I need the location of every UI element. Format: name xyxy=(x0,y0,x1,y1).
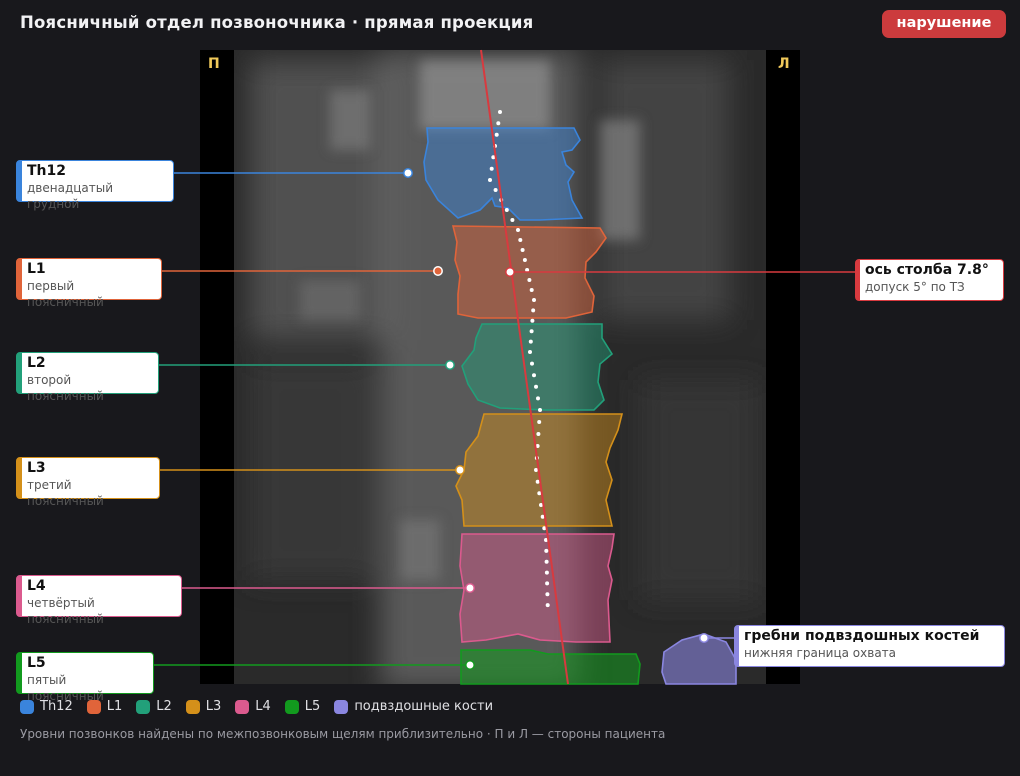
callout-l4-title: L4 xyxy=(27,578,46,594)
center-path-dot xyxy=(518,238,523,242)
center-path-dot xyxy=(529,288,534,292)
center-path-dot xyxy=(522,258,527,262)
callout-iliac-crests[interactable]: гребни подвздошных костей нижняя граница… xyxy=(734,625,1005,667)
anchor-l3 xyxy=(455,465,465,475)
callout-l4[interactable]: L4 четвёртый поясничный xyxy=(16,575,182,626)
center-path-dot xyxy=(534,384,538,389)
legend-swatch-l4 xyxy=(235,699,250,714)
callout-l2[interactable]: L2 второй поясничный xyxy=(16,352,159,403)
legend-item-iliac[interactable]: подвздошные кости xyxy=(334,699,493,714)
legend-swatch-th12 xyxy=(20,699,34,714)
center-path-dot xyxy=(516,228,520,232)
center-path-dot xyxy=(520,248,525,252)
anchor-axis xyxy=(505,267,515,277)
legend: Th12 L1 L2 L3 L4 L5 подвздошные кости xyxy=(20,699,493,714)
callout-l4-desc: четвёртый поясничный xyxy=(27,596,104,626)
callout-l3[interactable]: L3 третий поясничный xyxy=(16,457,160,508)
legend-swatch-l5 xyxy=(284,699,299,714)
anchor-iliac xyxy=(699,633,709,643)
legend-label-iliac: подвздошные кости xyxy=(354,699,494,714)
center-path-dot xyxy=(510,218,515,222)
iliac-subtitle: нижняя граница охвата xyxy=(744,646,897,660)
iliac-title: гребни подвздошных костей xyxy=(744,628,980,644)
center-path-dot xyxy=(544,559,549,564)
side-label-left: Л xyxy=(778,56,790,72)
callout-l3-desc: третий поясничный xyxy=(27,478,104,508)
callout-l1[interactable]: L1 первый поясничный xyxy=(16,258,162,309)
legend-swatch-l2 xyxy=(136,699,151,714)
legend-label-l5: L5 xyxy=(304,699,321,714)
callout-l2-desc: второй поясничный xyxy=(27,373,104,403)
center-path-dot xyxy=(537,420,542,424)
anchor-l1 xyxy=(433,266,443,276)
anchor-l2 xyxy=(445,360,455,370)
callout-th12-title: Th12 xyxy=(27,163,66,179)
center-path-dot xyxy=(494,132,499,137)
center-path-dot xyxy=(544,548,549,553)
legend-label-l2: L2 xyxy=(156,699,172,714)
footnote: Уровни позвонков найдены по межпозвонков… xyxy=(20,727,666,741)
callout-l1-desc: первый поясничный xyxy=(27,279,104,309)
legend-label-l1: L1 xyxy=(106,699,123,714)
legend-label-l3: L3 xyxy=(205,699,222,714)
center-path-dot xyxy=(538,408,542,412)
callout-l3-title: L3 xyxy=(27,460,46,476)
center-path-dot xyxy=(536,396,540,401)
legend-item-l4[interactable]: L4 xyxy=(235,699,271,714)
center-path-dot xyxy=(536,432,541,436)
callout-l5[interactable]: L5 пятый поясничный xyxy=(16,652,154,703)
center-path-dot xyxy=(530,361,534,366)
center-path-dot xyxy=(532,373,536,378)
center-path-dot xyxy=(498,110,502,114)
center-path-dot xyxy=(488,178,492,182)
center-path-dot xyxy=(504,208,509,212)
legend-item-l1[interactable]: L1 xyxy=(86,699,123,714)
center-path-dot xyxy=(530,318,535,323)
overlay-l4 xyxy=(459,533,615,643)
legend-item-l2[interactable]: L2 xyxy=(136,699,172,714)
anchor-th12 xyxy=(403,168,413,178)
legend-item-l5[interactable]: L5 xyxy=(284,699,321,714)
center-path-dot xyxy=(545,603,550,608)
legend-swatch-l3 xyxy=(185,699,200,714)
callout-l2-title: L2 xyxy=(27,355,46,371)
center-path-dot xyxy=(545,581,550,586)
center-path-dot xyxy=(529,329,534,334)
center-path-dot xyxy=(527,278,532,282)
legend-label-l4: L4 xyxy=(255,699,271,714)
center-path-dot xyxy=(528,350,532,354)
axis-angle-title: ось столба 7.8° xyxy=(865,262,989,278)
callout-axis-angle[interactable]: ось столба 7.8° допуск 5° по ТЗ xyxy=(855,259,1004,301)
legend-label-th12: Th12 xyxy=(40,699,73,714)
center-path-dot xyxy=(534,468,538,472)
center-path-dot xyxy=(528,339,533,344)
center-path-dot xyxy=(493,188,498,192)
center-path-dot xyxy=(544,570,549,575)
anchor-l4 xyxy=(465,583,475,593)
center-path-dot xyxy=(496,121,501,126)
center-path-dot xyxy=(545,592,550,597)
callout-l1-title: L1 xyxy=(27,261,46,277)
overlay-l5 xyxy=(460,649,641,685)
center-path-dot xyxy=(532,298,536,302)
center-path-dot xyxy=(531,308,536,313)
center-path-dot xyxy=(489,166,494,171)
axis-angle-subtitle: допуск 5° по ТЗ xyxy=(865,280,965,294)
side-label-right: П xyxy=(208,56,220,72)
legend-swatch-l1 xyxy=(86,699,101,714)
callout-th12-desc: двенадцатый грудной xyxy=(27,181,114,211)
callout-l5-title: L5 xyxy=(27,655,46,671)
legend-swatch-iliac xyxy=(334,699,349,714)
anchor-l5 xyxy=(465,660,475,670)
legend-item-th12[interactable]: Th12 xyxy=(20,699,73,714)
callout-th12[interactable]: Th12 двенадцатый грудной xyxy=(16,160,174,211)
legend-item-l3[interactable]: L3 xyxy=(185,699,222,714)
